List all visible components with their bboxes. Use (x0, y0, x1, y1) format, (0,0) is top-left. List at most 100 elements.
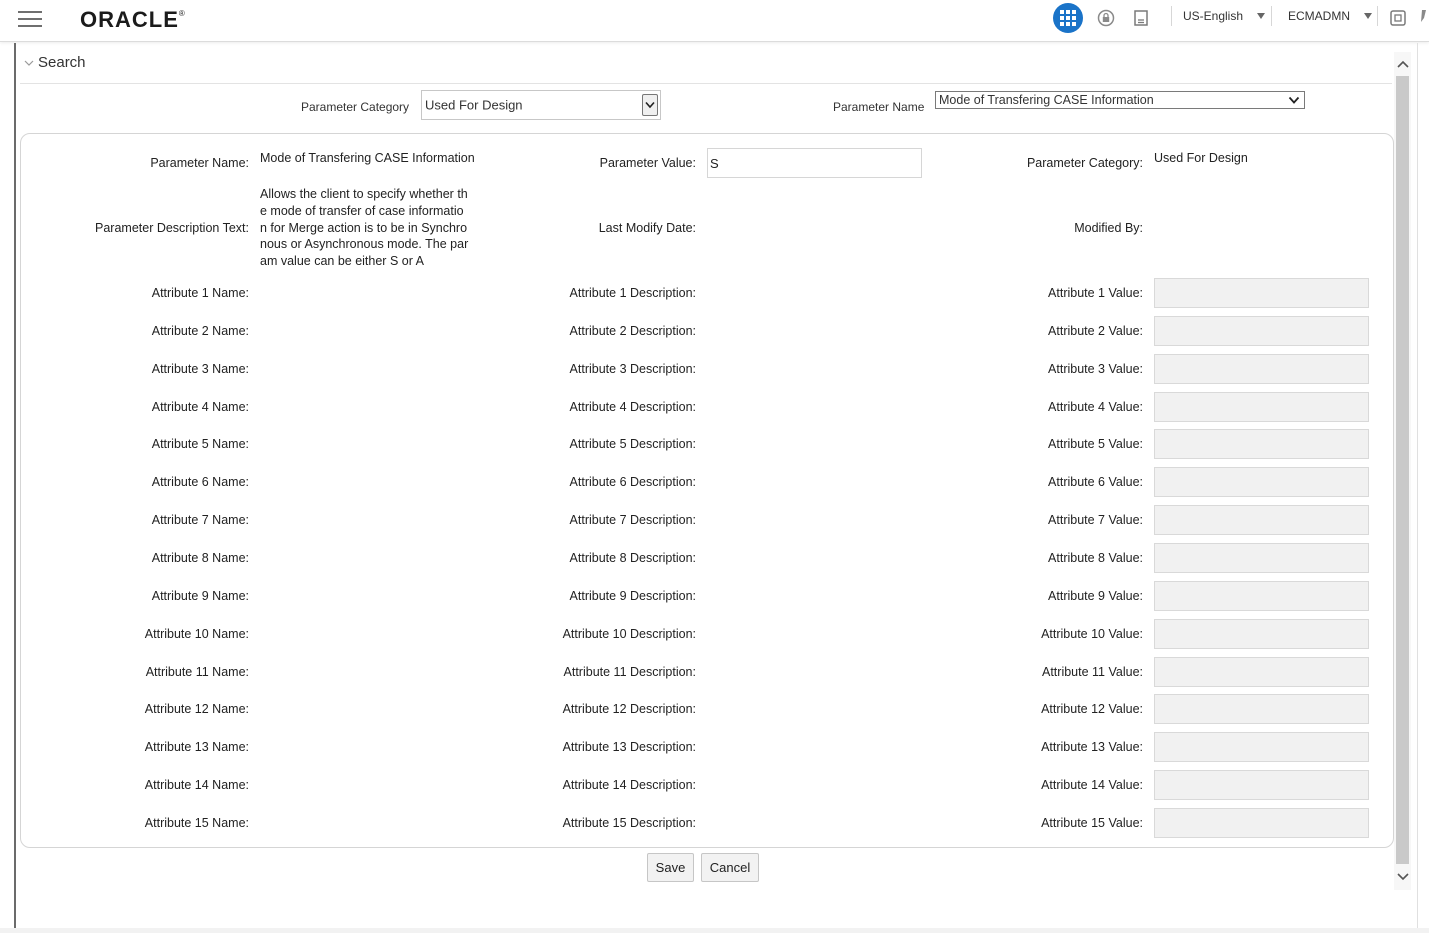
language-label: US-English (1183, 9, 1244, 23)
lock-icon[interactable] (1097, 9, 1115, 27)
parameter-category-label: Parameter Category: (1026, 156, 1143, 170)
attribute-name-label: Attribute 1 Name: (151, 286, 249, 300)
attribute-name-label: Attribute 10 Name: (144, 627, 249, 641)
attribute-name-label: Attribute 3 Name: (151, 362, 249, 376)
frame-right-border (1417, 43, 1418, 933)
attribute-value-input[interactable] (1154, 732, 1369, 762)
modified-by-label: Modified By: (1074, 221, 1143, 235)
attribute-description-label: Attribute 13 Description: (562, 740, 696, 754)
attribute-value-input[interactable] (1154, 392, 1369, 422)
attribute-value-label: Attribute 7 Value: (1048, 513, 1143, 527)
attribute-name-label: Attribute 12 Name: (144, 702, 249, 716)
attribute-description-label: Attribute 10 Description: (562, 627, 696, 641)
parameter-name-select[interactable]: Mode of Transfering CASE Information (935, 91, 1305, 109)
attribute-value-input[interactable] (1154, 657, 1369, 687)
chevron-down-icon (1288, 96, 1300, 104)
attribute-value-input[interactable] (1154, 316, 1369, 346)
attribute-description-label: Attribute 1 Description: (569, 286, 696, 300)
attribute-description-label: Attribute 9 Description: (569, 589, 696, 603)
window-icon[interactable] (1389, 9, 1407, 27)
attribute-value-label: Attribute 3 Value: (1048, 362, 1143, 376)
user-name: ECMADMN (1288, 9, 1350, 23)
search-section-toggle[interactable]: Search (20, 50, 1392, 84)
scroll-down-button[interactable] (1394, 864, 1411, 890)
attribute-value-input[interactable] (1154, 429, 1369, 459)
attribute-value-label: Attribute 6 Value: (1048, 475, 1143, 489)
parameter-description-text: Allows the client to specify whether th … (260, 187, 469, 269)
attribute-name-label: Attribute 5 Name: (151, 437, 249, 451)
attribute-description-label: Attribute 4 Description: (569, 400, 696, 414)
parameter-category-selected: Used For Design (425, 97, 523, 113)
attribute-value-input[interactable] (1154, 543, 1369, 573)
attribute-value-input[interactable] (1154, 694, 1369, 724)
parameter-category-value: Used For Design (1154, 151, 1248, 165)
attribute-name-label: Attribute 15 Name: (144, 816, 249, 830)
attribute-value-label: Attribute 15 Value: (1041, 816, 1143, 830)
pin-icon[interactable] (1419, 9, 1427, 23)
header-divider (1171, 6, 1172, 26)
grid-icon (1060, 10, 1076, 26)
parameter-value-input[interactable]: S (707, 148, 922, 178)
cancel-button[interactable]: Cancel (701, 853, 759, 882)
chevron-down-icon (1257, 13, 1266, 19)
attribute-value-input[interactable] (1154, 808, 1369, 838)
attribute-description-label: Attribute 15 Description: (562, 816, 696, 830)
attribute-value-input[interactable] (1154, 354, 1369, 384)
scroll-up-button[interactable] (1394, 52, 1411, 76)
attribute-name-label: Attribute 13 Name: (144, 740, 249, 754)
attribute-value-input[interactable] (1154, 581, 1369, 611)
parameter-value-label: Parameter Value: (599, 156, 696, 170)
attribute-value-label: Attribute 13 Value: (1041, 740, 1143, 754)
frame-bottom-border (0, 928, 1429, 933)
oracle-logo: ORACLE® (80, 7, 186, 32)
chevron-down-icon (642, 94, 658, 116)
attribute-name-label: Attribute 2 Name: (151, 324, 249, 338)
parameter-category-select[interactable]: Used For Design (421, 90, 661, 120)
parameter-name-selected: Mode of Transfering CASE Information (939, 93, 1154, 107)
hamburger-menu-icon[interactable] (18, 11, 42, 27)
parameter-name-label: Parameter Name: (150, 156, 249, 170)
attribute-value-input[interactable] (1154, 278, 1369, 308)
attribute-description-label: Attribute 5 Description: (569, 437, 696, 451)
parameter-description-label: Parameter Description Text: (95, 221, 249, 235)
attribute-description-label: Attribute 7 Description: (569, 513, 696, 527)
attribute-value-label: Attribute 12 Value: (1041, 702, 1143, 716)
attribute-value-label: Attribute 8 Value: (1048, 551, 1143, 565)
chevron-up-icon (1396, 60, 1409, 68)
header-divider (1377, 6, 1378, 26)
book-icon[interactable] (1132, 9, 1150, 27)
attribute-name-label: Attribute 8 Name: (151, 551, 249, 565)
attribute-value-label: Attribute 1 Value: (1048, 286, 1143, 300)
frame-left-border (14, 43, 16, 928)
attribute-value-label: Attribute 11 Value: (1042, 665, 1143, 679)
applications-grid-button[interactable] (1053, 3, 1083, 33)
user-menu-dropdown[interactable]: ECMADMN (1288, 9, 1372, 23)
attribute-value-label: Attribute 4 Value: (1048, 400, 1143, 414)
save-button[interactable]: Save (647, 853, 694, 882)
attribute-value-input[interactable] (1154, 467, 1369, 497)
attribute-value-input[interactable] (1154, 770, 1369, 800)
attribute-description-label: Attribute 8 Description: (569, 551, 696, 565)
attribute-name-label: Attribute 9 Name: (151, 589, 249, 603)
attribute-description-label: Attribute 3 Description: (569, 362, 696, 376)
scrollbar-thumb[interactable] (1396, 76, 1409, 864)
attribute-value-input[interactable] (1154, 505, 1369, 535)
attribute-name-label: Attribute 6 Name: (151, 475, 249, 489)
attribute-description-label: Attribute 2 Description: (569, 324, 696, 338)
vertical-scrollbar[interactable] (1394, 52, 1411, 890)
language-dropdown[interactable]: US-English (1183, 9, 1266, 23)
attribute-name-label: Attribute 4 Name: (151, 400, 249, 414)
attribute-description-label: Attribute 11 Description: (563, 665, 696, 679)
attribute-value-label: Attribute 10 Value: (1041, 627, 1143, 641)
parameter-name-value: Mode of Transfering CASE Information (260, 151, 475, 165)
attribute-description-label: Attribute 12 Description: (562, 702, 696, 716)
attribute-name-label: Attribute 7 Name: (151, 513, 249, 527)
attribute-value-label: Attribute 5 Value: (1048, 437, 1143, 451)
attribute-name-label: Attribute 11 Name: (145, 665, 249, 679)
parameter-name-filter-label: Parameter Name (833, 100, 925, 114)
attribute-value-label: Attribute 9 Value: (1048, 589, 1143, 603)
attribute-description-label: Attribute 14 Description: (562, 778, 696, 792)
chevron-down-icon (24, 60, 34, 66)
attribute-value-input[interactable] (1154, 619, 1369, 649)
header-divider (1271, 6, 1272, 26)
